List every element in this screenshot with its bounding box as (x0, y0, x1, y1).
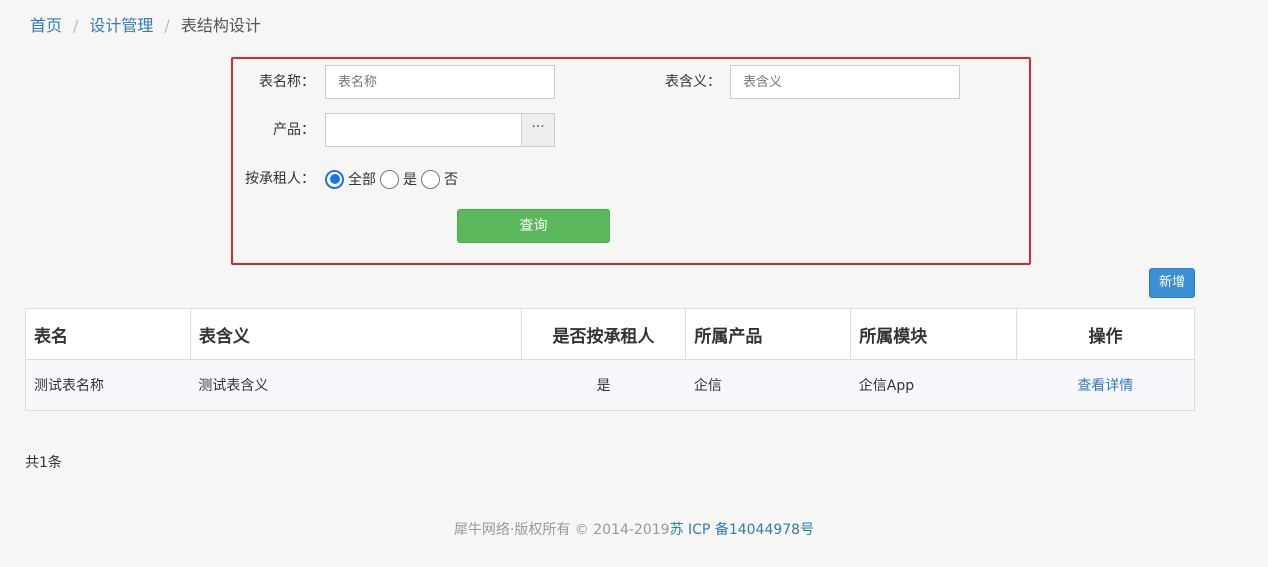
table-structure-table: 表名 表含义 是否按承租人 所属产品 所属模块 操作 测试表名称 测试表含义 是… (25, 308, 1195, 411)
breadcrumb: 首页 / 设计管理 / 表结构设计 (30, 15, 261, 37)
table-meaning-input[interactable] (730, 65, 960, 99)
tenant-radio-no[interactable]: 否 (421, 169, 458, 189)
view-details-link[interactable]: 查看详情 (1077, 378, 1133, 394)
table-meaning-label: 表含义： (665, 74, 721, 90)
footer-icp-link[interactable]: 苏 ICP 备14044978号 (670, 522, 815, 538)
table-name-label: 表名称： (259, 74, 315, 90)
breadcrumb-separator: / (73, 16, 79, 35)
cell-product: 企信 (685, 359, 851, 411)
column-header-module: 所属模块 (850, 308, 1018, 360)
breadcrumb-design-link[interactable]: 设计管理 (89, 15, 153, 37)
column-header-meaning: 表含义 (189, 308, 522, 360)
product-input[interactable] (325, 113, 522, 147)
tenant-radio-group: 全部 是 否 (325, 162, 462, 196)
tenant-label: 按承租人： (245, 171, 315, 187)
column-header-product: 所属产品 (685, 308, 852, 360)
product-label: 产品： (273, 122, 315, 138)
search-panel: 表名称： 表含义： 产品： ··· 按承租人： 全部 是 否 查询 (231, 57, 1031, 265)
table-header-row: 表名 表含义 是否按承租人 所属产品 所属模块 操作 (25, 308, 1195, 360)
tenant-option-label: 全部 (348, 172, 376, 188)
query-button[interactable]: 查询 (457, 209, 610, 243)
table-name-input[interactable] (325, 65, 555, 99)
footer: 犀牛网络·版权所有 © 2014-2019苏 ICP 备14044978号 (0, 519, 1268, 539)
tenant-option-label: 是 (403, 172, 417, 188)
cell-name: 测试表名称 (25, 359, 191, 411)
breadcrumb-current: 表结构设计 (180, 16, 261, 35)
radio-unchecked-icon[interactable] (421, 169, 440, 189)
product-picker-button[interactable]: ··· (521, 113, 555, 147)
cell-module: 企信App (850, 359, 1017, 411)
radio-checked-icon[interactable] (325, 169, 344, 189)
breadcrumb-separator: / (164, 16, 170, 35)
footer-copyright: 犀牛网络·版权所有 © 2014-2019 (453, 522, 670, 538)
cell-action: 查看详情 (1016, 359, 1195, 411)
column-header-name: 表名 (25, 308, 191, 360)
tenant-radio-yes[interactable]: 是 (380, 169, 417, 189)
column-header-action: 操作 (1016, 308, 1195, 360)
add-button[interactable]: 新增 (1149, 268, 1195, 298)
radio-unchecked-icon[interactable] (380, 169, 399, 189)
tenant-option-label: 否 (444, 172, 458, 188)
cell-by-tenant: 是 (521, 359, 686, 411)
tenant-radio-all[interactable]: 全部 (325, 169, 376, 189)
total-count: 共1条 (25, 455, 62, 471)
breadcrumb-home-link[interactable]: 首页 (30, 15, 62, 37)
table-row: 测试表名称 测试表含义 是 企信 企信App 查看详情 (25, 359, 1195, 411)
cell-meaning: 测试表含义 (190, 359, 522, 411)
column-header-by-tenant: 是否按承租人 (520, 308, 687, 360)
